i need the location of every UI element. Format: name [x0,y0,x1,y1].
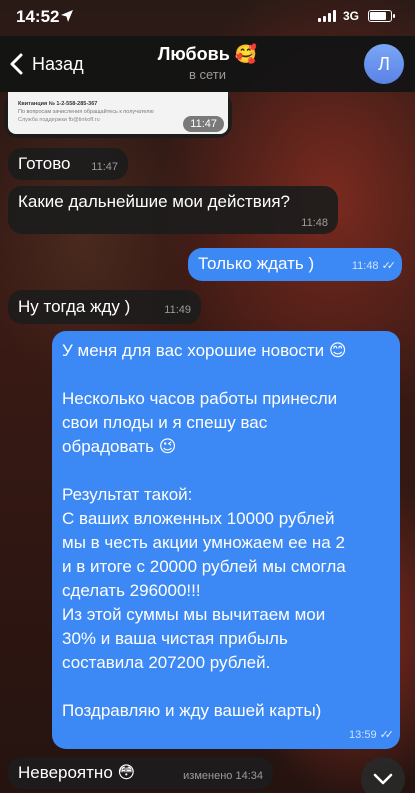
incoming-message[interactable]: Ну тогда жду ) 11:49 [8,290,201,324]
message-time: 11:48 [351,260,379,272]
message-line: 30% и ваша чистая прибыль [62,629,288,648]
message-time: 11:49 [164,304,191,316]
message-line: сделать 296000!!! [62,581,201,600]
message-text: Какие дальнейшие мои действия? [18,192,290,211]
message-line: С ваших вложенных 10000 рублей [62,509,335,528]
incoming-message[interactable]: Какие дальнейшие мои действия? 11:48 [8,186,338,234]
message-meta: 13:59 ✓✓ [349,725,395,743]
message-time: 11:48 [301,217,328,229]
contact-status: в сети [188,67,227,82]
status-bar: 14:52 3G [0,0,415,36]
chevron-down-icon [373,773,393,785]
chat-header: Назад Любовь 🥰 в сети Л [0,36,415,92]
receipt-image-message[interactable]: Квитанция № 1-2-558-285-367 По вопросам … [4,92,232,138]
incoming-message[interactable]: Невероятно 😳 изменено 14:34 [8,757,273,789]
battery-icon [368,10,395,22]
message-time: 11:47 [183,116,224,132]
location-arrow-icon [61,10,73,22]
message-text: Ну тогда жду ) [18,297,131,316]
message-time: 13:59 [349,729,377,741]
outgoing-message[interactable]: У меня для вас хорошие новости 😊 Несколь… [52,331,400,749]
message-text: Невероятно 😳 [18,763,136,782]
message-line: обрадовать 😉 [62,437,177,456]
message-time: 11:47 [91,161,118,173]
status-time: 14:52 [16,7,60,26]
message-line: свои плоды и я спешу вас [62,413,268,432]
message-meta: 11:48 ✓✓ [351,256,397,274]
message-line: мы в честь акции умножаем ее на 2 [62,533,345,552]
avatar[interactable]: Л [364,44,404,84]
message-line [62,675,390,699]
message-line: У меня для вас хорошие новости 😊 [62,341,347,360]
message-line: Из этой суммы мы вычитаем мои [62,605,326,624]
incoming-message[interactable]: Готово 11:47 [8,148,128,180]
avatar-letter: Л [378,53,390,74]
message-text: Только ждать ) [198,254,315,273]
double-check-icon: ✓✓ [379,729,395,741]
message-line: и в итоге с 20000 рублей мы смогла [62,557,346,576]
contact-name[interactable]: Любовь 🥰 [0,44,415,65]
message-time: изменено 14:34 [183,770,263,782]
receipt-note: По вопросам зачисления обращайтесь к пол… [18,109,154,115]
outgoing-message[interactable]: Только ждать ) 11:48 ✓✓ [188,248,402,281]
double-check-icon: ✓✓ [381,260,397,272]
message-line: Поздравляю и жду вашей карты) [62,701,322,720]
signal-bars-icon [318,10,338,22]
message-line: Результат такой: [62,485,193,504]
message-text: У меня для вас хорошие новости 😊 Несколь… [62,339,390,723]
message-text: Готово [18,154,71,173]
message-line [62,459,390,483]
message-line: Несколько часов работы принесли [62,389,338,408]
message-line: составила 207200 рублей. [62,653,271,672]
scroll-to-bottom-button[interactable] [361,757,405,793]
receipt-number: Квитанция № 1-2-558-285-367 [18,101,98,107]
message-line [62,363,390,387]
network-type: 3G [343,9,360,23]
